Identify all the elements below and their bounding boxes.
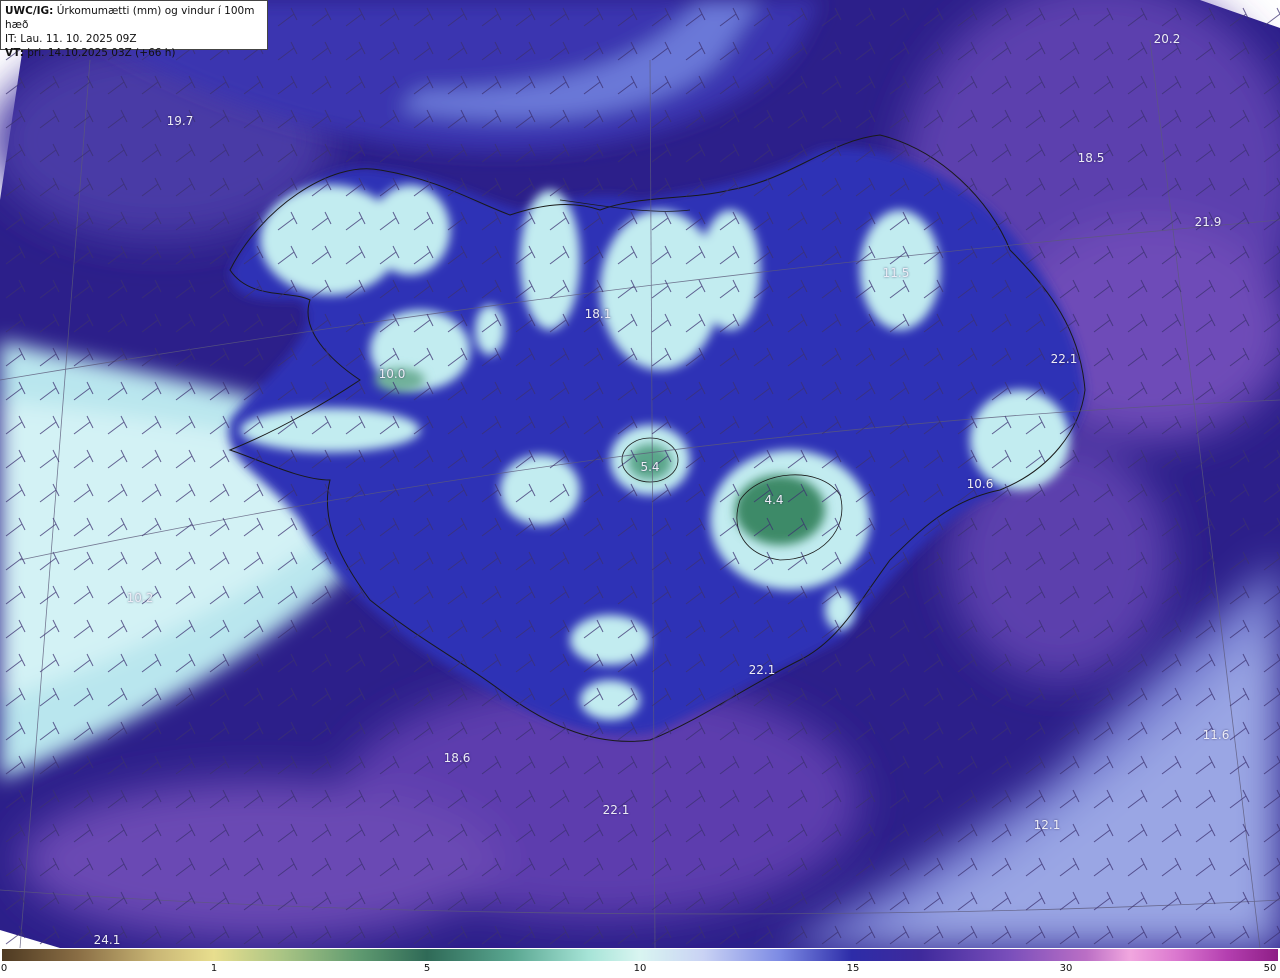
color-scale-bar: 0 1 5 10 15 30 50 [0,948,1280,978]
scale-tick: 50 [1263,963,1277,974]
scale-tick: 5 [423,963,431,974]
scale-tick: 30 [1059,963,1073,974]
scale-tick: 0 [0,963,8,974]
precipitation-map[interactable]: 20.2 19.7 18.5 21.9 11.5 18.1 22.1 5.4 4… [0,0,1280,948]
scale-tick: 1 [210,963,218,974]
valid-time: VT: þri. 14.10.2025 03Z (+66 h) [5,47,176,59]
map-canvas [0,0,1280,948]
scale-tick: 15 [846,963,860,974]
scale-tick: 10 [633,963,647,974]
init-time: IT: Lau. 11. 10. 2025 09Z [5,33,137,45]
color-scale-gradient [2,949,1278,961]
forecast-title: UWC/IG: Úrkomumætti (mm) og vindur í 100… [5,5,255,31]
forecast-info-box: UWC/IG: Úrkomumætti (mm) og vindur í 100… [0,0,268,59]
